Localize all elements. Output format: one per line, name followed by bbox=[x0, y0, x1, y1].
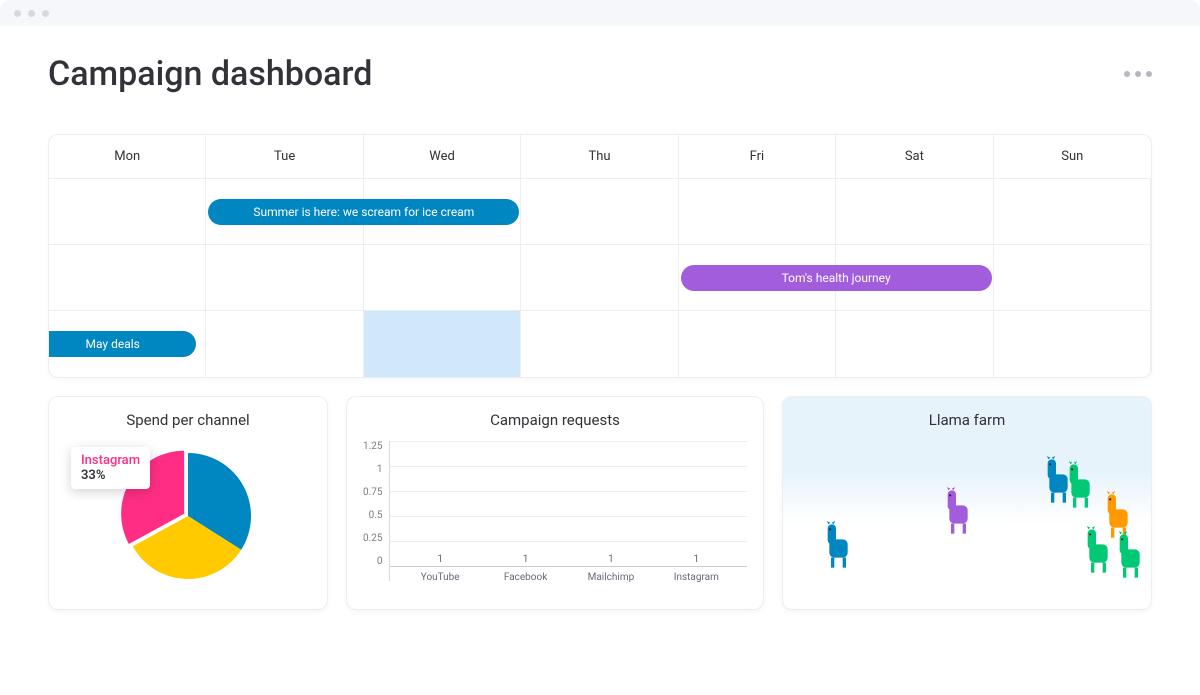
y-axis-tick: 0 bbox=[363, 556, 383, 567]
bar-value-label: 1 bbox=[437, 554, 443, 565]
calendar-cell[interactable] bbox=[521, 179, 678, 244]
x-axis-label: Instagram bbox=[654, 572, 739, 583]
calendar-cell[interactable] bbox=[836, 311, 993, 377]
calendar-cell[interactable] bbox=[364, 311, 521, 377]
calendar-day-header: Tue bbox=[206, 135, 363, 179]
card-title: Llama farm bbox=[799, 411, 1135, 429]
traffic-light-dot bbox=[14, 10, 21, 17]
y-axis-tick: 0.75 bbox=[363, 487, 383, 498]
page-title: Campaign dashboard bbox=[48, 54, 372, 94]
bar-chart[interactable]: 1.25 1 0.75 0.5 0.25 0 1 1 1 1 YouTubeFacebookMa… bbox=[363, 441, 747, 581]
llama-icon[interactable] bbox=[1079, 526, 1113, 576]
traffic-light-dot bbox=[42, 10, 49, 17]
calendar-day-header: Sat bbox=[836, 135, 993, 179]
llama-icon[interactable] bbox=[819, 521, 853, 571]
llama-icon[interactable] bbox=[939, 487, 973, 537]
calendar-cell[interactable] bbox=[49, 179, 206, 244]
calendar-day-header: Mon bbox=[49, 135, 206, 179]
x-axis-label: Facebook bbox=[483, 572, 568, 583]
calendar-day-header: Fri bbox=[679, 135, 836, 179]
card-title: Campaign requests bbox=[363, 411, 747, 429]
window-chrome bbox=[0, 0, 1200, 26]
calendar-cell[interactable] bbox=[994, 245, 1151, 310]
llama-field[interactable] bbox=[799, 441, 1135, 591]
y-axis-tick: 1.25 bbox=[363, 441, 383, 452]
bar-value-label: 1 bbox=[694, 554, 700, 565]
calendar-event-pill[interactable]: Summer is here: we scream for ice cream bbox=[208, 199, 519, 225]
more-menu-button[interactable] bbox=[1124, 71, 1152, 77]
llama-icon[interactable] bbox=[1061, 461, 1095, 511]
calendar-row: May deals bbox=[49, 311, 1151, 377]
x-axis-label: YouTube bbox=[398, 572, 483, 583]
calendar-day-header: Wed bbox=[364, 135, 521, 179]
tooltip-label: Instagram bbox=[81, 453, 140, 468]
traffic-light-dot bbox=[28, 10, 35, 17]
calendar-cell[interactable] bbox=[836, 179, 993, 244]
calendar-row: Tom's health journey bbox=[49, 245, 1151, 311]
card-title: Spend per channel bbox=[65, 411, 311, 429]
calendar-cell[interactable] bbox=[364, 245, 521, 310]
calendar-event-pill[interactable]: May deals bbox=[48, 331, 196, 357]
calendar-widget: MonTueWedThuFriSatSun Summer is here: we… bbox=[48, 134, 1152, 378]
calendar-cell[interactable] bbox=[679, 311, 836, 377]
llama-icon[interactable] bbox=[1111, 531, 1145, 581]
calendar-cell[interactable] bbox=[994, 311, 1151, 377]
y-axis-tick: 0.5 bbox=[363, 510, 383, 521]
calendar-cell[interactable] bbox=[49, 245, 206, 310]
spend-per-channel-card: Spend per channel Instagram 33% bbox=[48, 396, 328, 610]
calendar-event-pill[interactable]: Tom's health journey bbox=[681, 265, 992, 291]
y-axis-tick: 1 bbox=[363, 464, 383, 475]
x-axis-label: Mailchimp bbox=[568, 572, 653, 583]
calendar-day-header: Sun bbox=[994, 135, 1151, 179]
calendar-cell[interactable] bbox=[521, 245, 678, 310]
calendar-cell[interactable] bbox=[994, 179, 1151, 244]
campaign-requests-card: Campaign requests 1.2510.750.50.250 1111… bbox=[346, 396, 764, 610]
calendar-cell[interactable] bbox=[521, 311, 678, 377]
calendar-day-header: Thu bbox=[521, 135, 678, 179]
calendar-cell[interactable] bbox=[679, 179, 836, 244]
llama-farm-card: Llama farm bbox=[782, 396, 1152, 610]
bar-value-label: 1 bbox=[608, 554, 614, 565]
calendar-cell[interactable] bbox=[206, 311, 363, 377]
bar-value-label: 1 bbox=[523, 554, 529, 565]
tooltip-value: 33% bbox=[81, 468, 140, 483]
pie-tooltip: Instagram 33% bbox=[71, 447, 150, 489]
calendar-row: Summer is here: we scream for ice cream bbox=[49, 179, 1151, 245]
calendar-cell[interactable] bbox=[206, 245, 363, 310]
y-axis-tick: 0.25 bbox=[363, 533, 383, 544]
